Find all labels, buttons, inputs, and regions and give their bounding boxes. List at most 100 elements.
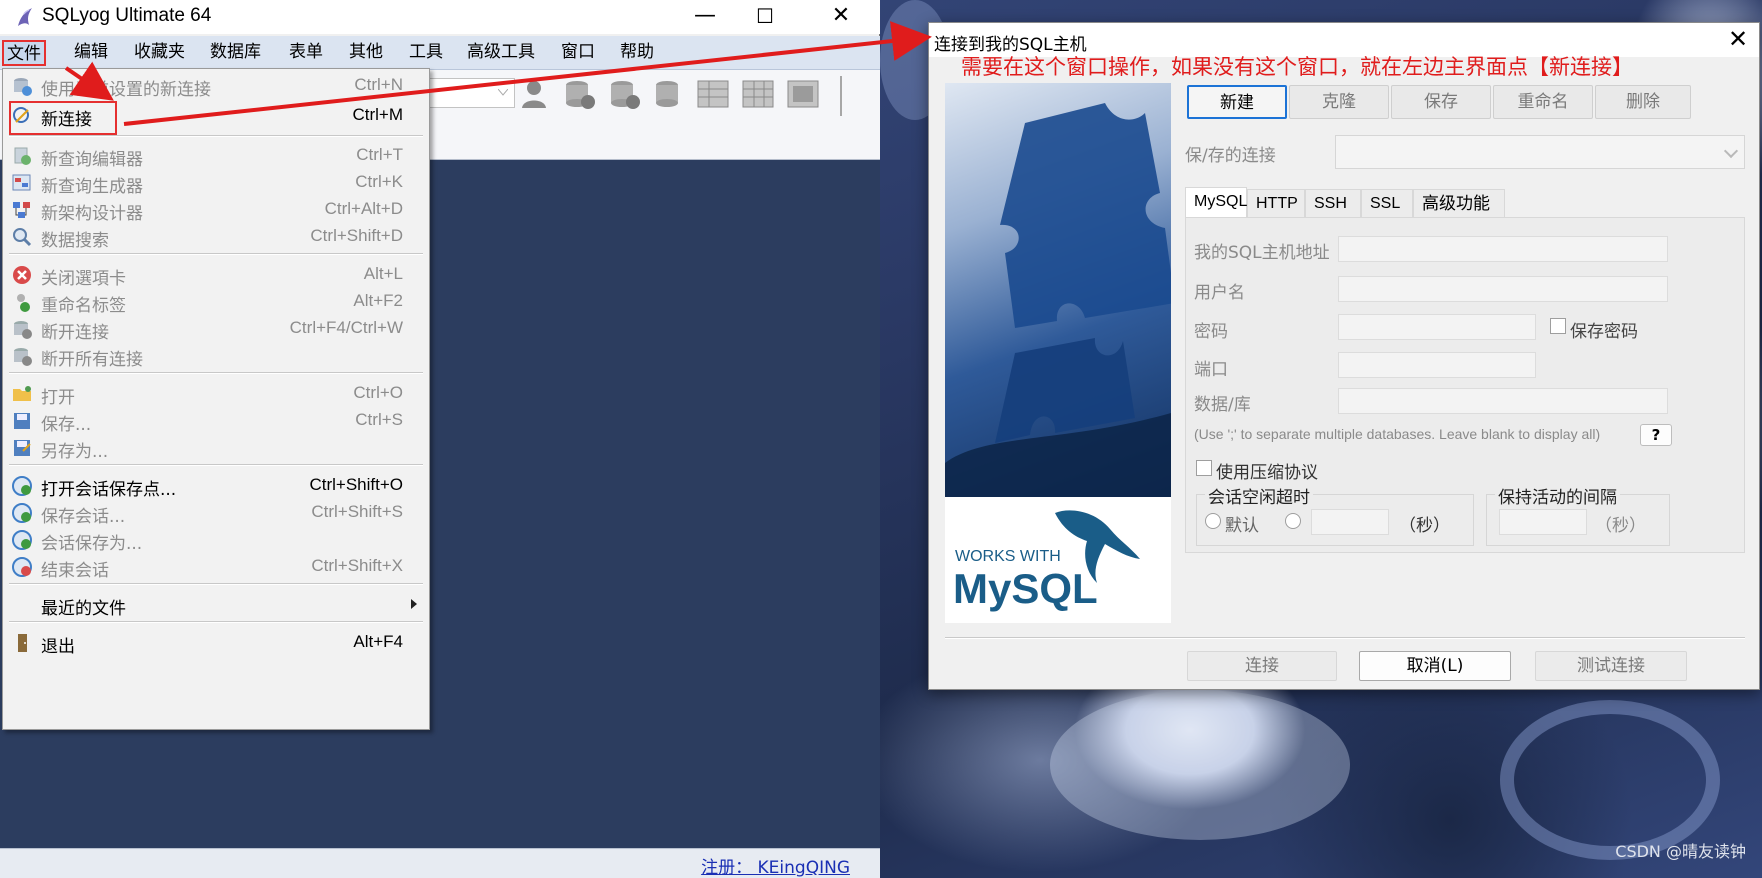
sqlyog-dolphin-icon xyxy=(18,8,32,26)
exit-door-icon xyxy=(18,634,27,652)
database-input[interactable] xyxy=(1338,388,1668,414)
menu-item-shortcut: Ctrl+Shift+X xyxy=(311,556,403,575)
keepalive-seconds-unit: （秒） xyxy=(1595,516,1646,536)
menu-item-shortcut: Ctrl+M xyxy=(352,105,403,124)
works-with-mysql-logo: WORKS WITH MySQL xyxy=(945,499,1171,623)
menu-item-label: 最近的文件 xyxy=(41,599,126,619)
db-import-icon[interactable] xyxy=(560,76,598,112)
menu-item-label: 打开 xyxy=(41,388,75,408)
minimize-button[interactable]: — xyxy=(676,0,734,34)
table-structure-icon[interactable] xyxy=(740,76,778,112)
save-connection-button[interactable]: 保存 xyxy=(1391,85,1491,119)
menu-item-label: 另存为... xyxy=(41,442,109,462)
host-input[interactable] xyxy=(1338,236,1668,262)
menu-advanced-tools[interactable]: 高级工具 xyxy=(464,40,538,66)
user-manager-icon[interactable] xyxy=(515,76,553,112)
data-search-icon xyxy=(13,228,32,247)
table-index-icon[interactable] xyxy=(785,76,823,112)
test-connection-button[interactable]: 测试连接 xyxy=(1535,651,1687,681)
password-input[interactable] xyxy=(1338,314,1536,340)
menu-item-label: 打开会话保存点... xyxy=(41,480,177,500)
save-session-icon xyxy=(12,503,32,523)
rename-tab-icon xyxy=(17,294,30,312)
mysql-logo-graphic: WORKS WITH MySQL xyxy=(953,510,1140,612)
menu-item-label: 使用当前设置的新连接 xyxy=(41,80,211,100)
menu-favorites[interactable]: 收藏夹 xyxy=(131,40,188,66)
clone-connection-button[interactable]: 克隆 xyxy=(1289,85,1389,119)
chevron-down-icon xyxy=(1723,143,1739,159)
tab-mysql[interactable]: MySQL xyxy=(1185,187,1247,219)
main-title-bar: SQLyog Ultimate 64 — ☐ ✕ xyxy=(0,0,880,34)
menu-item-disconnect: 断开连接 Ctrl+F4/Ctrl+W xyxy=(3,314,429,344)
menu-divider xyxy=(9,464,423,466)
database-combo[interactable] xyxy=(425,78,515,108)
menu-file[interactable]: 文件 xyxy=(2,40,46,66)
delete-connection-button[interactable]: 删除 xyxy=(1595,85,1691,119)
tab-ssl[interactable]: SSL xyxy=(1361,189,1413,219)
menu-database[interactable]: 数据库 xyxy=(207,40,264,66)
menu-item-open-session[interactable]: 打开会话保存点... Ctrl+Shift+O xyxy=(3,471,429,501)
menu-item-label: 断开所有连接 xyxy=(41,350,143,370)
menu-item-exit[interactable]: 退出 Alt+F4 xyxy=(3,628,429,658)
menu-item-end-session: 结束会话 Ctrl+Shift+X xyxy=(3,552,429,582)
csdn-watermark: CSDN @晴友读钟 xyxy=(1615,842,1746,861)
connection-tabs: MySQL HTTP SSH SSL 高级功能 xyxy=(1185,187,1745,219)
save-password-checkbox[interactable] xyxy=(1550,318,1566,334)
menu-item-save-as: 另存为... xyxy=(3,433,429,463)
chevron-down-icon xyxy=(498,89,508,96)
tab-ssh[interactable]: SSH xyxy=(1305,189,1361,219)
menu-window[interactable]: 窗口 xyxy=(558,40,598,66)
table-data-icon[interactable] xyxy=(695,76,733,112)
menu-item-shortcut: Ctrl+Shift+D xyxy=(310,226,403,245)
menu-item-label: 新查询编辑器 xyxy=(41,150,143,170)
rename-connection-button[interactable]: 重命名 xyxy=(1493,85,1593,119)
menu-others[interactable]: 其他 xyxy=(346,40,386,66)
db-sync-icon[interactable] xyxy=(650,76,688,112)
menu-item-label: 关闭選項卡 xyxy=(41,269,126,289)
saved-connections-select[interactable] xyxy=(1335,135,1745,169)
new-connection-current-icon xyxy=(14,78,32,96)
menu-item-data-search: 数据搜索 Ctrl+Shift+D xyxy=(3,222,429,252)
menu-table[interactable]: 表单 xyxy=(286,40,326,66)
register-link[interactable]: 注册： KEingQING xyxy=(701,853,850,878)
dialog-close-button[interactable]: ✕ xyxy=(1723,25,1753,55)
menu-item-recent-files[interactable]: 最近的文件 xyxy=(3,590,429,620)
open-folder-icon xyxy=(13,386,31,401)
menu-tools[interactable]: 工具 xyxy=(406,40,446,66)
timeout-default-radio[interactable] xyxy=(1205,513,1221,529)
port-input[interactable] xyxy=(1338,352,1536,378)
menu-edit[interactable]: 编辑 xyxy=(71,40,111,66)
close-button[interactable]: ✕ xyxy=(812,0,870,34)
connect-button[interactable]: 连接 xyxy=(1187,651,1337,681)
username-input[interactable] xyxy=(1338,276,1668,302)
connect-dialog: 连接到我的SQL主机 ✕ 需要在这个窗口操作，如果没有这个窗口，就在左边主界面点… xyxy=(928,22,1760,690)
menu-item-shortcut: Ctrl+Alt+D xyxy=(324,199,403,218)
app-title: SQLyog Ultimate 64 xyxy=(42,5,212,26)
database-help-button[interactable]: ? xyxy=(1640,424,1672,446)
menu-item-rename-tab: 重命名标签 Alt+F2 xyxy=(3,287,429,317)
maximize-button[interactable]: ☐ xyxy=(736,0,794,34)
timeout-custom-radio[interactable] xyxy=(1285,513,1301,529)
sqlyog-main-window: SQLyog Ultimate 64 — ☐ ✕ 文件 编辑 收藏夹 数据库 表… xyxy=(0,0,880,878)
menu-item-label: 新查询生成器 xyxy=(41,177,143,197)
file-menu-dropdown: 使用当前设置的新连接 Ctrl+N 新连接 Ctrl+M 新查询编辑器 Ctrl… xyxy=(2,68,430,730)
db-export-icon[interactable] xyxy=(605,76,643,112)
menu-item-shortcut: Ctrl+O xyxy=(353,383,403,402)
tab-advanced[interactable]: 高级功能 xyxy=(1413,189,1505,219)
menu-divider xyxy=(9,372,423,374)
menu-divider xyxy=(9,583,423,585)
keepalive-seconds-input[interactable] xyxy=(1499,509,1587,535)
tab-http[interactable]: HTTP xyxy=(1247,189,1305,219)
compress-protocol-label: 使用压缩协议 xyxy=(1216,463,1318,483)
keepalive-title: 保持活动的间隔 xyxy=(1495,483,1620,508)
close-tab-icon xyxy=(13,266,31,284)
timeout-seconds-input[interactable] xyxy=(1311,509,1389,535)
toolbar-separator xyxy=(840,76,842,116)
mysql-tab-panel: 我的SQL主机地址 用户名 密码 保存密码 端口 数据/库 (Use ';' t… xyxy=(1185,217,1745,553)
cancel-button[interactable]: 取消(L) xyxy=(1359,651,1511,681)
disconnect-all-icon xyxy=(14,348,32,366)
compress-protocol-checkbox[interactable] xyxy=(1196,460,1212,476)
puzzle-pieces-illustration xyxy=(945,103,1171,497)
new-connection-button[interactable]: 新建 xyxy=(1187,85,1287,119)
menu-help[interactable]: 帮助 xyxy=(617,40,657,66)
